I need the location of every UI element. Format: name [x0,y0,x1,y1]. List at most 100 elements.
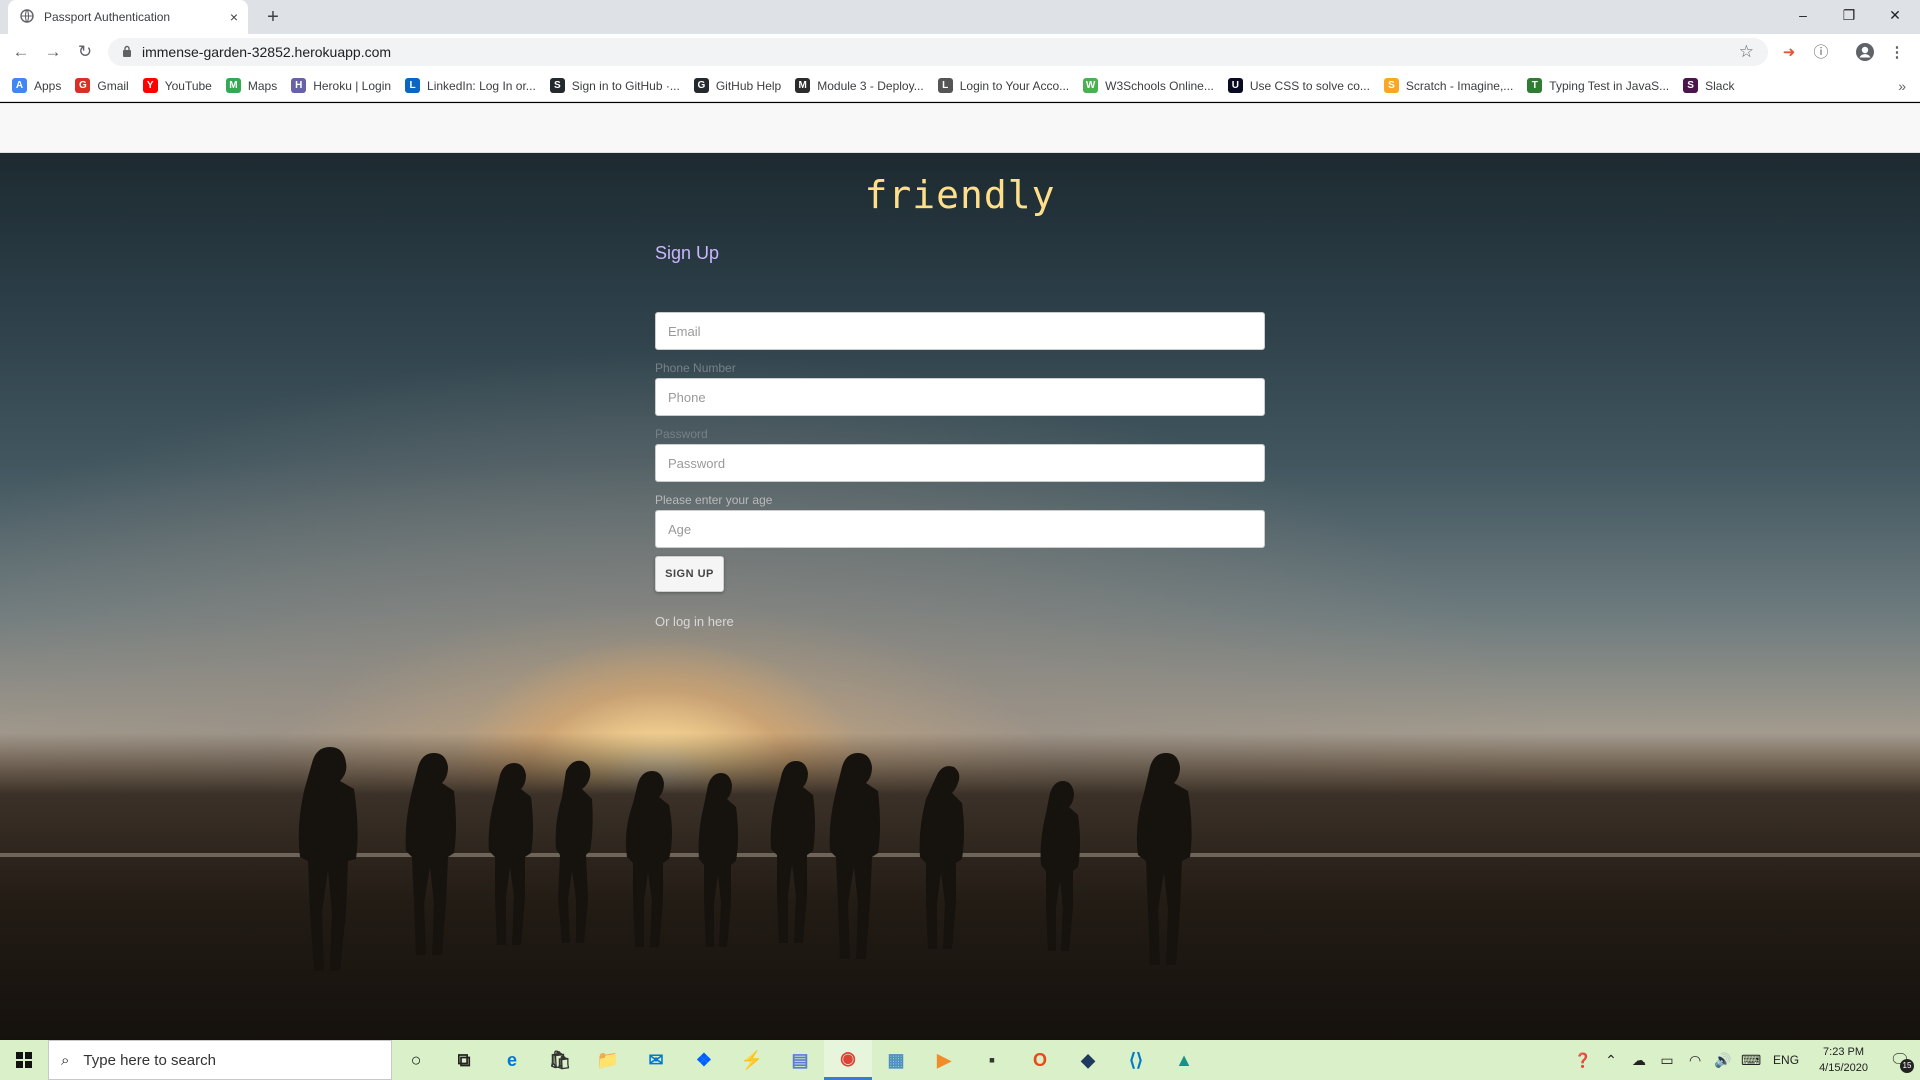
bookmark-label: Apps [34,78,62,93]
bookmark-item[interactable]: W W3Schools Online... [1083,78,1214,93]
bookmark-item[interactable]: Y YouTube [142,78,212,93]
keyboard-icon[interactable]: ⌨ [1737,1040,1765,1080]
heroku-icon: H [291,78,307,93]
menu-kebab-icon[interactable]: ⋮ [1886,42,1908,64]
help-icon[interactable]: ❓ [1569,1040,1597,1080]
back-button[interactable]: ← [8,39,34,65]
app-blue-icon[interactable]: ▤ [776,1040,824,1080]
bookmark-item[interactable]: G GitHub Help [693,78,782,93]
file-explorer-icon[interactable]: 📁 [584,1040,632,1080]
vscode-icon[interactable]: ⟨⟩ [1112,1040,1160,1080]
youtube-icon: Y [142,78,158,93]
login-link[interactable]: Or log in here [655,614,1265,629]
new-tab-button[interactable]: + [260,5,286,31]
bookmarks-overflow-icon[interactable]: » [1898,78,1906,94]
taskbar-search[interactable]: ⌕ Type here to search [48,1040,392,1080]
clock[interactable]: 7:23 PM 4/15/2020 [1807,1044,1880,1076]
notification-center-icon[interactable]: 🗨 15 [1880,1040,1920,1080]
page-navbar [0,103,1920,153]
sticky-notes-icon[interactable]: ▪ [968,1040,1016,1080]
bookmark-item[interactable]: S Scratch - Imagine,... [1383,78,1513,93]
chrome-icon-glyph: ◉ [840,1048,856,1068]
bookmark-label: GitHub Help [715,78,782,93]
reload-button[interactable]: ↻ [72,39,98,65]
start-button[interactable] [0,1040,48,1080]
bookmark-item[interactable]: S Slack [1683,78,1734,93]
task-view-icon[interactable]: ⧉ [440,1040,488,1080]
office-icon[interactable]: O [1016,1040,1064,1080]
media-player-icon[interactable]: ▶ [920,1040,968,1080]
volume-icon[interactable]: 🔊 [1709,1040,1737,1080]
email-field[interactable] [655,312,1265,350]
bookmark-label: Use CSS to solve co... [1249,78,1370,93]
bookmark-item[interactable]: M Module 3 - Deploy... [795,78,924,93]
globe-icon: L [937,78,953,93]
bookmark-item[interactable]: A Apps [12,78,61,93]
bookmark-star-icon[interactable]: ☆ [1739,42,1754,62]
bookmark-item[interactable]: G Gmail [75,78,129,93]
bookmark-label: Sign in to GitHub ·... [571,78,680,93]
store-icon[interactable]: 🛍 [536,1040,584,1080]
extension-arrow-icon[interactable]: ➜ [1778,42,1800,64]
bookmark-label: LinkedIn: Log In or... [427,78,536,93]
mysql-workbench-icon[interactable]: ◆ [1064,1040,1112,1080]
bookmark-label: Typing Test in JavaS... [1549,78,1670,93]
tab-passport-authentication[interactable]: Passport Authentication × [8,0,248,34]
maps-icon: M [225,78,241,93]
bookmark-label: Heroku | Login [313,78,392,93]
github-icon: G [693,78,709,93]
task-view-icon-glyph: ⧉ [457,1049,471,1070]
office-icon-glyph: O [1032,1049,1047,1070]
form-heading: Sign Up [655,243,720,263]
media-player-icon-glyph: ▶ [937,1049,951,1070]
cortana-icon[interactable]: ○ [392,1040,440,1080]
globe-icon [20,8,34,26]
profile-avatar-icon[interactable] [1854,42,1876,64]
bookmark-item[interactable]: H Heroku | Login [291,78,391,93]
chrome-icon[interactable]: ◉ [824,1040,872,1080]
gmail-icon: G [75,78,91,93]
close-window-button[interactable]: ✕ [1872,0,1918,30]
bookmark-label: Maps [247,78,278,93]
signup-button[interactable]: SIGN UP [655,556,724,592]
minimize-button[interactable]: – [1780,0,1826,30]
book-icon: M [795,78,811,93]
restore-button[interactable]: ❐ [1826,0,1872,30]
edge-icon[interactable]: e [488,1040,536,1080]
address-bar[interactable]: immense-garden-32852.herokuapp.com ☆ [108,38,1768,66]
bookmark-item[interactable]: T Typing Test in JavaS... [1527,78,1669,93]
notepad-icon[interactable]: ▦ [872,1040,920,1080]
tab-close-icon[interactable]: × [230,9,238,25]
bookmark-label: Gmail [97,78,129,93]
battery-icon[interactable]: ▭ [1653,1040,1681,1080]
github-icon: S [549,78,565,93]
password-field[interactable] [655,444,1265,482]
store-icon-glyph: 🛍 [548,1049,572,1070]
dropbox-icon[interactable]: ❖ [680,1040,728,1080]
clock-date: 4/15/2020 [1819,1062,1868,1074]
git-kraken-icon-glyph: ▲ [1175,1049,1193,1070]
mail-icon-glyph: ✉ [648,1049,664,1070]
forward-button[interactable]: → [40,39,66,65]
phone-field[interactable] [655,378,1265,416]
onedrive-icon[interactable]: ☁ [1625,1040,1653,1080]
extension-info-icon[interactable]: ⓘ [1810,42,1832,64]
notification-count-badge: 15 [1900,1059,1914,1073]
chevron-up-icon[interactable]: ⌃ [1597,1040,1625,1080]
app-green-icon-glyph: ⚡ [740,1049,764,1070]
scratch-icon: S [1383,78,1399,93]
language-indicator[interactable]: ENG [1765,1053,1807,1067]
bookmark-item[interactable]: L LinkedIn: Log In or... [405,78,536,93]
mail-icon[interactable]: ✉ [632,1040,680,1080]
wifi-icon[interactable]: ◠ [1681,1040,1709,1080]
bookmark-item[interactable]: S Sign in to GitHub ·... [549,78,680,93]
tab-strip: Passport Authentication × + – ❐ ✕ [0,0,1920,34]
bookmark-item[interactable]: L Login to Your Acco... [937,78,1069,93]
bookmark-item[interactable]: U Use CSS to solve co... [1227,78,1370,93]
mysql-workbench-icon-glyph: ◆ [1081,1049,1095,1070]
password-label: Password [655,427,708,441]
git-kraken-icon[interactable]: ▲ [1160,1040,1208,1080]
age-field[interactable] [655,510,1265,548]
app-green-icon[interactable]: ⚡ [728,1040,776,1080]
bookmark-item[interactable]: M Maps [225,78,278,93]
